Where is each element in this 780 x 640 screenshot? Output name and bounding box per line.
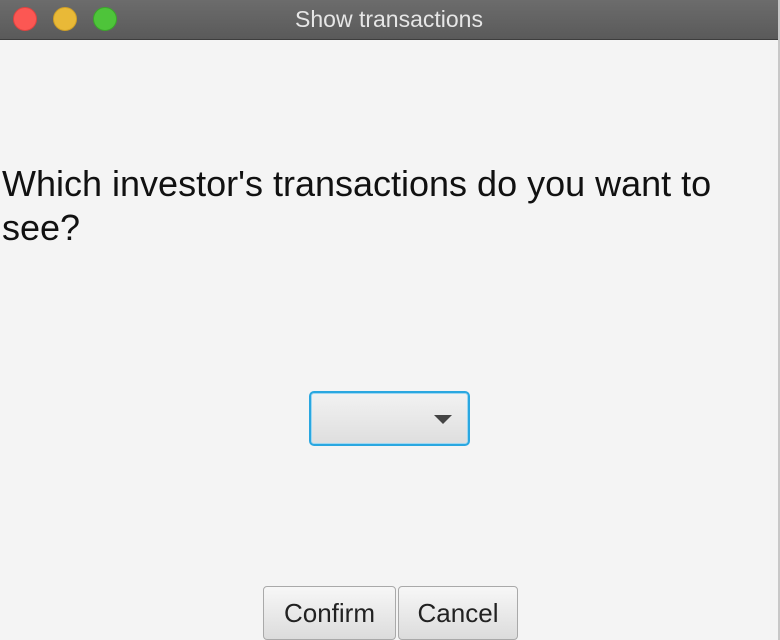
investor-select[interactable] (309, 391, 470, 446)
confirm-button[interactable]: Confirm (263, 586, 396, 640)
title-bar[interactable]: Show transactions (0, 0, 778, 40)
dialog-window: Show transactions Which investor's trans… (0, 0, 780, 640)
question-label: Which investor's transactions do you wan… (2, 163, 712, 248)
window-title: Show transactions (295, 6, 483, 32)
chevron-down-icon (434, 415, 452, 424)
cancel-button[interactable]: Cancel (398, 586, 518, 640)
